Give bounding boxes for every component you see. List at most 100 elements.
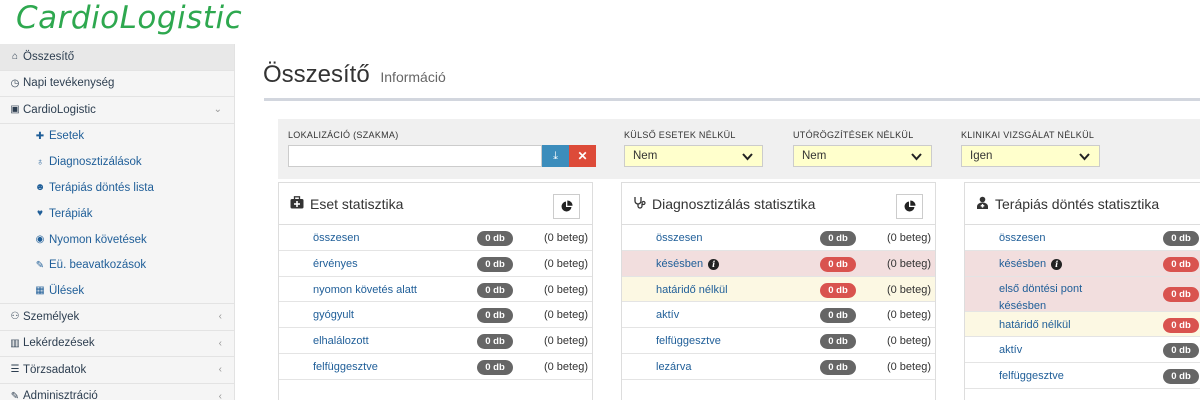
count-badge: 0 db	[477, 334, 513, 350]
location-clear-button[interactable]: ✕	[569, 145, 596, 167]
download-icon: ⤓	[553, 149, 558, 162]
patient-count: (0 beteg)	[543, 283, 588, 296]
count-badge: 0 db	[820, 256, 856, 272]
sidebar-item-osszesito[interactable]: ⌂ Összesítő	[0, 44, 234, 71]
count-badge: 0 db	[477, 231, 513, 246]
row-link[interactable]: összesen	[656, 232, 702, 244]
table-row: felfüggesztve 0 db (0 beteg)	[622, 328, 935, 354]
page-title: Összesítő Információ	[263, 61, 446, 89]
bar-chart-icon: ▥	[10, 337, 20, 349]
row-link[interactable]: lezárva	[656, 361, 691, 373]
table-row: aktív 0 db	[965, 337, 1200, 364]
info-icon[interactable]: i	[1051, 258, 1063, 270]
row-link[interactable]: határidő nélkül	[656, 284, 728, 296]
medkit-icon: ✚	[35, 130, 45, 142]
stethoscope-icon	[633, 196, 646, 212]
table-row: első döntési pont késésben 0 db	[965, 276, 1200, 315]
user-md-icon	[976, 196, 989, 212]
panel-header: Eset statisztika	[279, 183, 592, 225]
calendar-icon: ▦	[35, 285, 45, 297]
location-input[interactable]	[288, 145, 542, 167]
sidebar: ⌂ Összesítő ◷ Napi tevékenység ▣ CardioL…	[0, 44, 235, 400]
sidebar-subitem-nyomon-kovetesek[interactable]: ◉ Nyomon követések	[0, 227, 234, 253]
clinical-trial-select[interactable]: Igen	[961, 145, 1100, 167]
sidebar-subitem-ulesek[interactable]: ▦ Ülések	[0, 278, 234, 305]
row-link[interactable]: elhalálozott	[313, 335, 369, 347]
sidebar-subitem-label: Nyomon követések	[49, 233, 147, 246]
chevron-down-icon	[741, 150, 754, 166]
external-cases-select[interactable]: Nem	[624, 145, 763, 167]
post-recording-select[interactable]: Nem	[793, 145, 932, 167]
chevron-left-icon: ‹	[218, 390, 222, 400]
external-cases-value: Nem	[633, 150, 658, 162]
panel-title: Terápiás döntés statisztika	[995, 195, 1160, 212]
sidebar-item-label: Lekérdezések	[23, 337, 95, 350]
count-badge: 0 db	[820, 308, 856, 324]
count-badge: 0 db	[1163, 343, 1199, 359]
sidebar-item-lekerdezesek[interactable]: ▥ Lekérdezések ‹	[0, 331, 234, 358]
page-title-text: Összesítő	[263, 61, 370, 88]
row-link[interactable]: érvényes	[313, 258, 358, 270]
row-link[interactable]: első döntési pont késésben	[999, 281, 1082, 315]
page-subtitle: Információ	[380, 69, 446, 85]
table-row: késésben i 0 db (0 beteg)	[622, 250, 935, 277]
table-row: nyomon követés alatt 0 db (0 beteg)	[279, 277, 592, 303]
row-link[interactable]: nyomon követés alatt	[313, 284, 417, 296]
row-link[interactable]: határidő nélkül	[999, 319, 1071, 331]
row-link[interactable]: gyógyult	[313, 309, 354, 321]
sidebar-subitem-label: Terápiás döntés lista	[49, 181, 154, 194]
header: CardioLogistic	[0, 0, 1200, 44]
pie-chart-icon	[904, 200, 916, 212]
row-link[interactable]: összesen	[313, 232, 359, 244]
case-statistics-panel: Eset statisztika összesen 0 db (0 beteg) é…	[278, 182, 593, 400]
row-link[interactable]: aktív	[999, 344, 1022, 356]
table-row: határidő nélkül 0 db	[965, 311, 1200, 338]
row-link[interactable]: felfüggesztve	[313, 361, 378, 373]
sidebar-item-cardiologistic[interactable]: ▣ CardioLogistic ⌄	[0, 97, 234, 124]
chart-button[interactable]	[896, 194, 923, 219]
row-label: első döntési pont	[999, 282, 1083, 295]
sidebar-item-napi-tevekenyseg[interactable]: ◷ Napi tevékenység	[0, 71, 234, 97]
table-row: felfüggesztve 0 db (0 beteg)	[279, 354, 592, 380]
row-link[interactable]: felfüggesztve	[999, 370, 1064, 382]
count-badge: 0 db	[477, 359, 513, 375]
info-icon[interactable]: i	[708, 258, 720, 270]
row-link[interactable]: felfüggesztve	[656, 335, 721, 347]
row-label-line2: késésben	[999, 299, 1047, 312]
row-link[interactable]: késésben i	[656, 258, 720, 270]
sidebar-item-label: Összesítő	[23, 50, 75, 63]
app-logo[interactable]: CardioLogistic	[16, 0, 242, 36]
table-row: gyógyult 0 db (0 beteg)	[279, 302, 592, 329]
sidebar-subitem-terapias-dontes-lista[interactable]: ☻ Terápiás döntés lista	[0, 175, 234, 201]
row-link[interactable]: késésben i	[999, 257, 1063, 270]
sidebar-subitem-eu-beavatkozasok[interactable]: ✎ Eü. beavatkozások	[0, 252, 234, 278]
count-badge: 0 db	[820, 282, 856, 298]
medkit-icon	[290, 195, 304, 212]
patient-count: (0 beteg)	[543, 232, 588, 244]
sidebar-subitem-esetek[interactable]: ✚ Esetek	[0, 124, 234, 150]
row-link[interactable]: aktív	[656, 309, 679, 321]
table-row: összesen 0 db (0 beteg)	[622, 225, 935, 251]
row-label: késésben	[999, 257, 1047, 270]
sidebar-item-szemelyek[interactable]: ⚇ Személyek ‹	[0, 304, 234, 331]
sidebar-item-label: Adminisztráció	[23, 390, 98, 400]
row-link[interactable]: összesen	[999, 232, 1045, 244]
sidebar-item-torzsadatok[interactable]: ☰ Törzsadatok ‹	[0, 357, 234, 384]
chart-button[interactable]	[553, 194, 580, 219]
table-row: késésben i 0 db	[965, 250, 1200, 277]
count-badge: 0 db	[477, 256, 513, 272]
count-badge: 0 db	[820, 359, 856, 375]
main-content: Összesítő Információ LOKALIZÁCIÓ (SZAKMA…	[236, 44, 1200, 400]
post-recording-label: UTÓRÖGZÍTÉSEK NÉLKÜL	[793, 130, 914, 140]
table-row: aktív 0 db (0 beteg)	[622, 302, 935, 329]
user-md-icon: ☻	[34, 182, 46, 194]
sidebar-subitem-diagnosztizalasok[interactable]: ♁ Diagnosztizálások	[0, 149, 234, 175]
table-row: összesen 0 db	[965, 225, 1200, 251]
patient-count: (0 beteg)	[886, 360, 931, 373]
patient-count: (0 beteg)	[886, 232, 931, 244]
sidebar-item-adminisztracio[interactable]: ✎ Adminisztráció ‹	[0, 384, 234, 400]
location-download-button[interactable]: ⤓	[542, 145, 569, 167]
chevron-down-icon	[910, 150, 923, 166]
sidebar-subitem-terapiak[interactable]: ♥ Terápiák	[0, 201, 234, 227]
sidebar-item-label: CardioLogistic	[23, 103, 96, 116]
